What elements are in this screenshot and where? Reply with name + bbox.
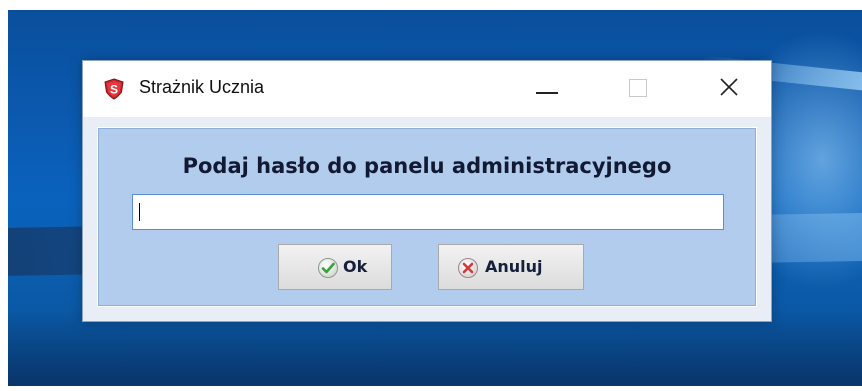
screenshot: S Strażnik Ucznia Podaj hasło do panelu … <box>0 0 862 391</box>
password-input[interactable] <box>132 194 724 230</box>
shield-s-icon: S <box>103 78 125 100</box>
maximize-icon <box>629 79 647 97</box>
x-circle-icon <box>457 257 479 279</box>
minimize-button[interactable] <box>513 61 583 117</box>
ok-button-label: Ok <box>343 257 368 276</box>
window-title: Strażnik Ucznia <box>139 77 265 97</box>
close-icon <box>718 76 740 98</box>
login-dialog-window: S Strażnik Ucznia Podaj hasło do panelu … <box>82 60 772 322</box>
close-button[interactable] <box>693 61 763 117</box>
cancel-button[interactable]: Anuluj <box>438 244 584 290</box>
text-caret <box>139 203 140 221</box>
check-circle-icon <box>317 257 339 279</box>
cancel-button-label: Anuluj <box>485 257 543 276</box>
title-bar[interactable]: S Strażnik Ucznia <box>83 61 771 117</box>
dialog-body: Podaj hasło do panelu administracyjnego <box>97 127 757 307</box>
minimize-icon <box>536 92 558 94</box>
password-prompt-label: Podaj hasło do panelu administracyjnego <box>182 154 672 178</box>
svg-text:S: S <box>110 83 118 97</box>
ok-button[interactable]: Ok <box>278 244 392 290</box>
maximize-button[interactable] <box>603 61 673 117</box>
